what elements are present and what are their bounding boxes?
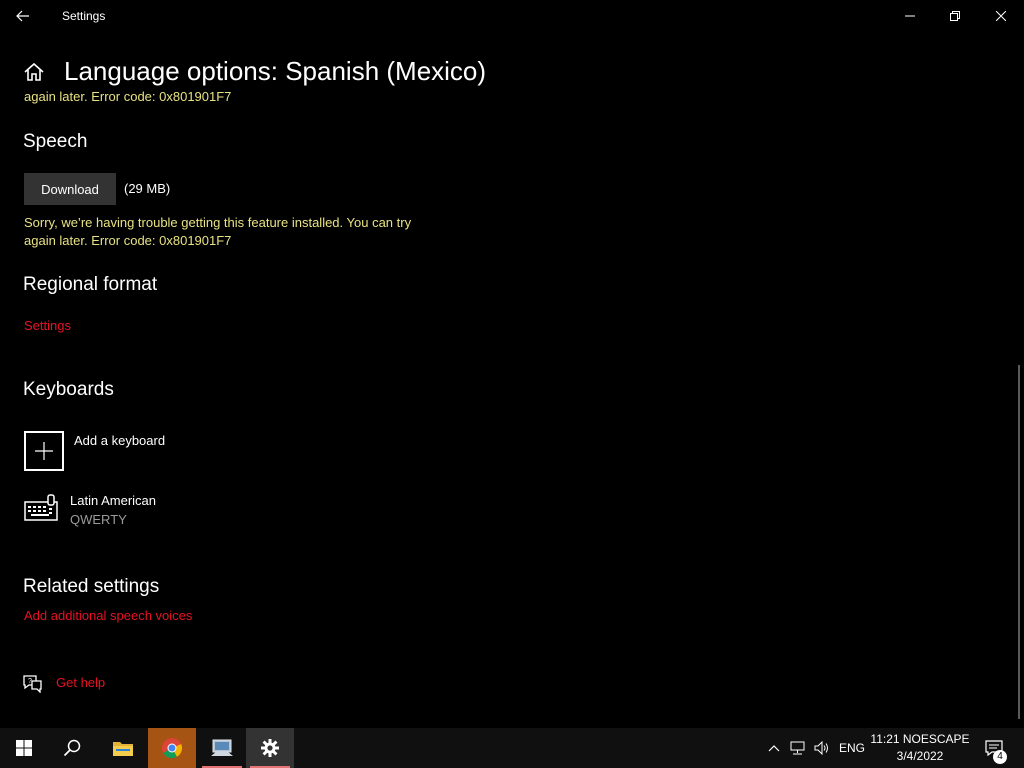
close-button[interactable] [978,0,1024,32]
search-button[interactable] [48,728,96,768]
app-icon [211,739,233,756]
clock[interactable]: 11:21 NOESCAPE 3/4/2022 [870,731,970,765]
settings-window: Settings Language options: Spanish (Mexi… [0,0,1024,768]
svg-text:?: ? [28,678,32,685]
help-icon[interactable]: ? [22,673,44,693]
minimize-button[interactable] [887,0,933,32]
add-speech-voices-link[interactable]: Add additional speech voices [24,608,192,623]
keyboard-item-layout: QWERTY [70,512,127,527]
taskbar: ENG 11:21 NOESCAPE 3/4/2022 [0,728,1024,768]
folder-icon [113,742,133,756]
related-settings-heading: Related settings [23,576,160,597]
close-icon [996,11,1006,21]
minimize-icon [905,15,915,17]
restore-button[interactable] [932,0,978,32]
speech-heading: Speech [23,131,88,152]
clipped-error-text: again later. Error code: 0x801901F7 [24,90,232,104]
keyboard-item-name[interactable]: Latin American [70,493,156,508]
network-icon [790,741,805,755]
app-button[interactable] [198,728,246,768]
windows-icon [16,740,32,756]
language-indicator[interactable]: ENG [838,728,866,768]
start-button[interactable] [0,728,48,768]
speech-error-message: Sorry, we’re having trouble getting this… [24,215,412,248]
clock-date: 3/4/2022 [896,749,944,763]
file-explorer-button[interactable] [99,728,147,768]
show-hidden-icons-button[interactable] [764,728,784,768]
window-title: Settings [62,9,106,23]
regional-settings-link[interactable]: Settings [24,318,71,333]
plus-icon [35,442,53,460]
download-size: (29 MB) [124,181,171,196]
add-keyboard-label[interactable]: Add a keyboard [74,433,165,448]
back-button[interactable] [0,0,46,32]
volume-button[interactable] [812,728,832,768]
regional-format-heading: Regional format [23,274,158,295]
page-title: Language options: Spanish (Mexico) [64,56,487,86]
download-button[interactable]: Download [24,173,116,205]
home-icon[interactable] [22,60,46,84]
settings-taskbar-button[interactable] [246,728,294,768]
title-bar: Settings [0,0,1024,32]
gear-icon [261,739,279,757]
network-button[interactable] [788,728,808,768]
scrollbar[interactable] [1018,365,1020,719]
get-help-link[interactable]: Get help [56,675,105,690]
maximize-icon [950,11,960,21]
chrome-icon [162,738,183,759]
keyboards-heading: Keyboards [23,379,114,400]
chrome-button[interactable] [148,728,196,768]
add-keyboard-button[interactable] [24,431,64,471]
search-icon [63,739,81,757]
chevron-up-icon [768,745,780,752]
back-icon [16,10,29,22]
clock-time: 11:21 NOESCAPE [870,732,970,746]
notification-badge: 4 [993,750,1007,764]
volume-icon [814,741,828,755]
keyboard-icon [24,494,58,521]
